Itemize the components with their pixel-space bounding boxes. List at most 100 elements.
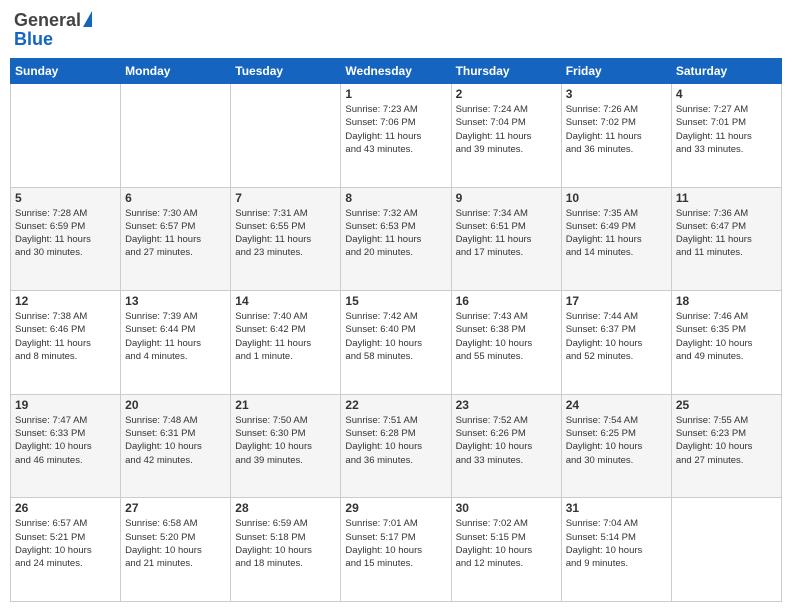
day-number: 25	[676, 398, 777, 412]
empty-day-cell	[231, 84, 341, 188]
weekday-header-row: SundayMondayTuesdayWednesdayThursdayFrid…	[11, 59, 782, 84]
day-info: Sunrise: 7:28 AM Sunset: 6:59 PM Dayligh…	[15, 207, 116, 260]
day-number: 22	[345, 398, 446, 412]
logo-triangle-icon	[83, 11, 92, 27]
calendar-day-7: 7 Sunrise: 7:31 AM Sunset: 6:55 PM Daylig…	[231, 187, 341, 291]
day-info: Sunrise: 7:51 AM Sunset: 6:28 PM Dayligh…	[345, 414, 446, 467]
day-number: 15	[345, 294, 446, 308]
day-number: 6	[125, 191, 226, 205]
calendar-day-30: 30 Sunrise: 7:02 AM Sunset: 5:15 PM Dayli…	[451, 498, 561, 602]
weekday-header-monday: Monday	[121, 59, 231, 84]
logo-blue-text: Blue	[14, 29, 53, 50]
day-info: Sunrise: 6:59 AM Sunset: 5:18 PM Dayligh…	[235, 517, 336, 570]
day-number: 8	[345, 191, 446, 205]
day-info: Sunrise: 7:32 AM Sunset: 6:53 PM Dayligh…	[345, 207, 446, 260]
calendar-day-28: 28 Sunrise: 6:59 AM Sunset: 5:18 PM Dayli…	[231, 498, 341, 602]
day-info: Sunrise: 7:46 AM Sunset: 6:35 PM Dayligh…	[676, 310, 777, 363]
calendar-day-27: 27 Sunrise: 6:58 AM Sunset: 5:20 PM Dayli…	[121, 498, 231, 602]
day-info: Sunrise: 7:26 AM Sunset: 7:02 PM Dayligh…	[566, 103, 667, 156]
day-info: Sunrise: 7:31 AM Sunset: 6:55 PM Dayligh…	[235, 207, 336, 260]
calendar-week-row: 19Sunrise: 7:47 AM Sunset: 6:33 PM Dayli…	[11, 394, 782, 498]
calendar-table: SundayMondayTuesdayWednesdayThursdayFrid…	[10, 58, 782, 602]
day-info: Sunrise: 7:44 AM Sunset: 6:37 PM Dayligh…	[566, 310, 667, 363]
day-number: 30	[456, 501, 557, 515]
calendar-week-row: 26 Sunrise: 6:57 AM Sunset: 5:21 PM Dayli…	[11, 498, 782, 602]
weekday-header-saturday: Saturday	[671, 59, 781, 84]
calendar-week-row: 1 Sunrise: 7:23 AM Sunset: 7:06 PM Daylig…	[11, 84, 782, 188]
empty-day-cell	[11, 84, 121, 188]
calendar-day-15: 15Sunrise: 7:42 AM Sunset: 6:40 PM Dayli…	[341, 291, 451, 395]
day-number: 28	[235, 501, 336, 515]
day-info: Sunrise: 7:54 AM Sunset: 6:25 PM Dayligh…	[566, 414, 667, 467]
day-info: Sunrise: 7:43 AM Sunset: 6:38 PM Dayligh…	[456, 310, 557, 363]
calendar-day-17: 17 Sunrise: 7:44 AM Sunset: 6:37 PM Dayli…	[561, 291, 671, 395]
day-info: Sunrise: 7:35 AM Sunset: 6:49 PM Dayligh…	[566, 207, 667, 260]
day-number: 5	[15, 191, 116, 205]
calendar-day-31: 31 Sunrise: 7:04 AM Sunset: 5:14 PM Dayli…	[561, 498, 671, 602]
day-number: 16	[456, 294, 557, 308]
calendar-day-26: 26 Sunrise: 6:57 AM Sunset: 5:21 PM Dayli…	[11, 498, 121, 602]
day-number: 17	[566, 294, 667, 308]
day-number: 20	[125, 398, 226, 412]
day-number: 24	[566, 398, 667, 412]
weekday-header-thursday: Thursday	[451, 59, 561, 84]
day-info: Sunrise: 7:39 AM Sunset: 6:44 PM Dayligh…	[125, 310, 226, 363]
day-number: 27	[125, 501, 226, 515]
day-number: 26	[15, 501, 116, 515]
day-number: 10	[566, 191, 667, 205]
calendar-day-25: 25 Sunrise: 7:55 AM Sunset: 6:23 PM Dayli…	[671, 394, 781, 498]
calendar-day-22: 22 Sunrise: 7:51 AM Sunset: 6:28 PM Dayli…	[341, 394, 451, 498]
day-number: 12	[15, 294, 116, 308]
calendar-day-18: 18 Sunrise: 7:46 AM Sunset: 6:35 PM Dayli…	[671, 291, 781, 395]
calendar-day-20: 20Sunrise: 7:48 AM Sunset: 6:31 PM Dayli…	[121, 394, 231, 498]
calendar-day-5: 5 Sunrise: 7:28 AM Sunset: 6:59 PM Daylig…	[11, 187, 121, 291]
day-number: 9	[456, 191, 557, 205]
day-info: Sunrise: 7:02 AM Sunset: 5:15 PM Dayligh…	[456, 517, 557, 570]
day-info: Sunrise: 7:23 AM Sunset: 7:06 PM Dayligh…	[345, 103, 446, 156]
calendar-day-6: 6 Sunrise: 7:30 AM Sunset: 6:57 PM Daylig…	[121, 187, 231, 291]
day-info: Sunrise: 7:40 AM Sunset: 6:42 PM Dayligh…	[235, 310, 336, 363]
calendar-day-14: 14 Sunrise: 7:40 AM Sunset: 6:42 PM Dayli…	[231, 291, 341, 395]
day-number: 13	[125, 294, 226, 308]
calendar-day-16: 16 Sunrise: 7:43 AM Sunset: 6:38 PM Dayli…	[451, 291, 561, 395]
weekday-header-friday: Friday	[561, 59, 671, 84]
calendar-day-24: 24 Sunrise: 7:54 AM Sunset: 6:25 PM Dayli…	[561, 394, 671, 498]
calendar-day-11: 11Sunrise: 7:36 AM Sunset: 6:47 PM Dayli…	[671, 187, 781, 291]
calendar-week-row: 12 Sunrise: 7:38 AM Sunset: 6:46 PM Dayli…	[11, 291, 782, 395]
day-info: Sunrise: 7:30 AM Sunset: 6:57 PM Dayligh…	[125, 207, 226, 260]
day-number: 23	[456, 398, 557, 412]
day-info: Sunrise: 7:47 AM Sunset: 6:33 PM Dayligh…	[15, 414, 116, 467]
calendar-day-29: 29 Sunrise: 7:01 AM Sunset: 5:17 PM Dayli…	[341, 498, 451, 602]
day-info: Sunrise: 7:24 AM Sunset: 7:04 PM Dayligh…	[456, 103, 557, 156]
day-info: Sunrise: 7:01 AM Sunset: 5:17 PM Dayligh…	[345, 517, 446, 570]
empty-day-cell	[671, 498, 781, 602]
day-number: 31	[566, 501, 667, 515]
calendar-day-3: 3Sunrise: 7:26 AM Sunset: 7:02 PM Daylig…	[561, 84, 671, 188]
day-number: 7	[235, 191, 336, 205]
page-header: General Blue	[10, 10, 782, 50]
day-info: Sunrise: 7:52 AM Sunset: 6:26 PM Dayligh…	[456, 414, 557, 467]
calendar-day-4: 4 Sunrise: 7:27 AM Sunset: 7:01 PM Daylig…	[671, 84, 781, 188]
day-info: Sunrise: 7:50 AM Sunset: 6:30 PM Dayligh…	[235, 414, 336, 467]
weekday-header-sunday: Sunday	[11, 59, 121, 84]
day-info: Sunrise: 7:36 AM Sunset: 6:47 PM Dayligh…	[676, 207, 777, 260]
day-info: Sunrise: 6:58 AM Sunset: 5:20 PM Dayligh…	[125, 517, 226, 570]
day-info: Sunrise: 7:27 AM Sunset: 7:01 PM Dayligh…	[676, 103, 777, 156]
calendar-day-2: 2 Sunrise: 7:24 AM Sunset: 7:04 PM Daylig…	[451, 84, 561, 188]
day-number: 29	[345, 501, 446, 515]
calendar-day-9: 9 Sunrise: 7:34 AM Sunset: 6:51 PM Daylig…	[451, 187, 561, 291]
day-info: Sunrise: 7:34 AM Sunset: 6:51 PM Dayligh…	[456, 207, 557, 260]
day-number: 1	[345, 87, 446, 101]
day-info: Sunrise: 7:04 AM Sunset: 5:14 PM Dayligh…	[566, 517, 667, 570]
day-number: 2	[456, 87, 557, 101]
day-info: Sunrise: 7:55 AM Sunset: 6:23 PM Dayligh…	[676, 414, 777, 467]
day-info: Sunrise: 7:38 AM Sunset: 6:46 PM Dayligh…	[15, 310, 116, 363]
day-number: 4	[676, 87, 777, 101]
day-info: Sunrise: 6:57 AM Sunset: 5:21 PM Dayligh…	[15, 517, 116, 570]
day-number: 21	[235, 398, 336, 412]
calendar-day-12: 12 Sunrise: 7:38 AM Sunset: 6:46 PM Dayli…	[11, 291, 121, 395]
day-number: 18	[676, 294, 777, 308]
weekday-header-tuesday: Tuesday	[231, 59, 341, 84]
calendar-week-row: 5 Sunrise: 7:28 AM Sunset: 6:59 PM Daylig…	[11, 187, 782, 291]
day-number: 14	[235, 294, 336, 308]
